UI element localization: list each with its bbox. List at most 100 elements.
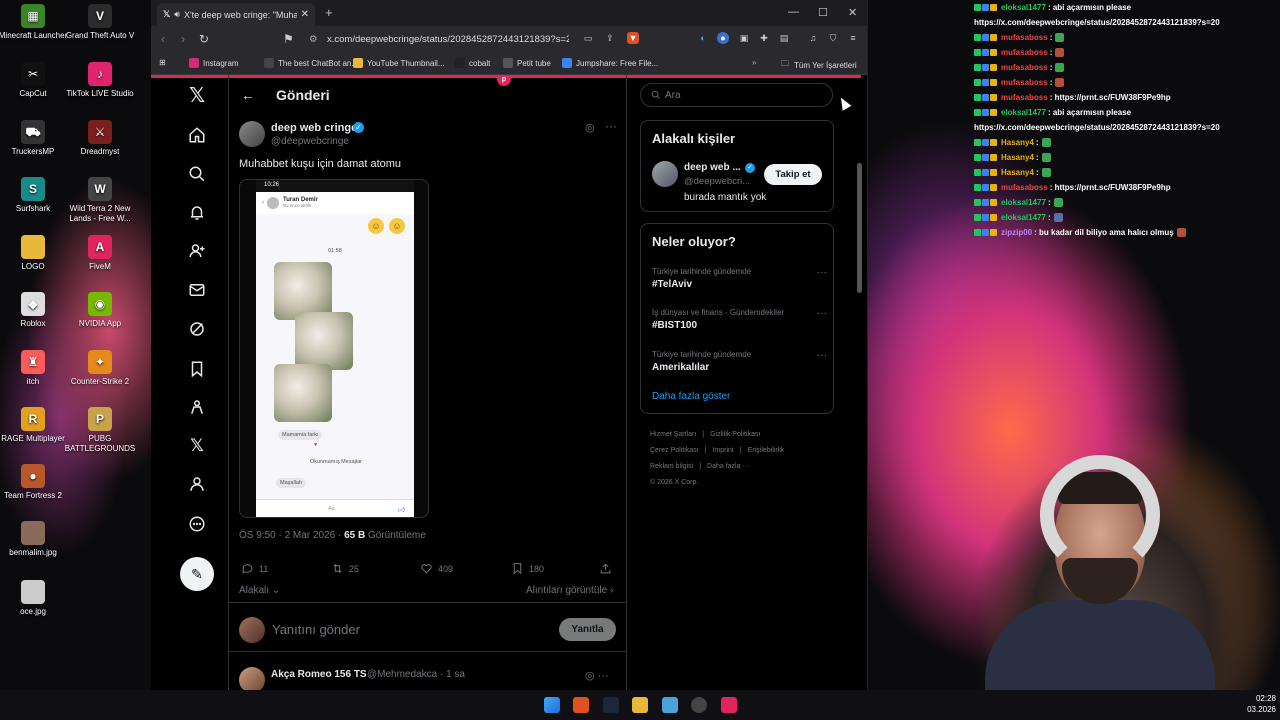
desktop-shortcut[interactable]: W Wild Terra 2 New Lands - Free W...	[63, 177, 137, 224]
compose-post-button[interactable]: ✎	[180, 557, 214, 591]
steam-icon[interactable]	[603, 697, 619, 713]
close-tab-icon[interactable]: ✕	[301, 9, 309, 20]
extensions-icon[interactable]: ✚	[758, 32, 770, 44]
author-avatar[interactable]	[239, 121, 265, 147]
desktop-shortcut[interactable]: ● Team Fortress 2	[0, 464, 70, 501]
home-icon[interactable]	[185, 123, 209, 147]
reply-author-handle[interactable]: @Mehmedakca · 1 sa	[367, 669, 465, 680]
suggested-user-name[interactable]: deep web ...	[684, 162, 741, 173]
windows-start-icon[interactable]	[544, 697, 560, 713]
jobs-person-icon[interactable]	[185, 395, 209, 419]
desktop-shortcut[interactable]: ▦ Minecraft Launcher	[0, 4, 70, 41]
trend-item[interactable]: Türkiye tarihinde gündemde Amerikalılar ··…	[652, 350, 827, 373]
x-home-logo-icon[interactable]: 𝕏	[185, 83, 209, 107]
reply-author-name[interactable]: Akça Romeo 156 TS	[271, 669, 367, 680]
author-handle[interactable]: @deepwebcringe	[271, 136, 349, 147]
system-clock[interactable]: 02:28 03.2026	[1240, 693, 1276, 715]
extension-blue-icon[interactable]: ●	[717, 32, 729, 44]
tweet-timestamp[interactable]: ÖS 9:50 · 2 Mar 2026 ·	[239, 530, 341, 541]
more-bookmarks-icon[interactable]: »	[752, 58, 756, 67]
bookmark-action[interactable]: 180	[511, 562, 544, 575]
sort-replies-dropdown[interactable]: Alakalı ⌄	[239, 585, 280, 596]
desktop-shortcut[interactable]: ⚔ Dreadmyst	[63, 120, 137, 157]
bookmark-page-icon[interactable]: ⚑	[283, 32, 294, 46]
desktop-shortcut[interactable]: benmalim.jpg	[0, 521, 70, 558]
desktop-shortcut[interactable]: ⛟ TruckersMP	[0, 120, 70, 157]
grok-icon[interactable]	[185, 317, 209, 341]
footer-link[interactable]: Çerez Politikası	[650, 447, 699, 454]
footer-link[interactable]: Imprint	[712, 447, 733, 454]
back-nav-icon[interactable]: ‹	[161, 32, 165, 46]
footer-link[interactable]: Reklam bilgisi	[650, 463, 693, 470]
share-action[interactable]	[599, 562, 617, 575]
suggested-user-handle[interactable]: @deepwebcri...	[684, 176, 750, 187]
desktop-shortcut[interactable]: R RAGE Multiplayer	[0, 407, 70, 444]
footer-link[interactable]: Hizmet Şartları	[650, 431, 696, 438]
apps-grid-icon[interactable]: ⊞	[159, 58, 166, 67]
like-action[interactable]: 409	[420, 562, 453, 575]
cast-icon[interactable]: ▭	[582, 32, 594, 44]
tweet-media-image[interactable]: 10:26 ‹ Turan Demir Bu önce aktifti ☺ ☺ …	[239, 179, 429, 518]
page-scrollbar[interactable]	[857, 163, 862, 293]
search-input[interactable]: Ara	[640, 83, 833, 107]
x-premium-icon[interactable]: 𝕏	[185, 434, 209, 458]
footer-link[interactable]: Daha fazla ···	[707, 463, 749, 470]
new-tab-icon[interactable]: +	[325, 5, 333, 20]
menu-icon[interactable]: ≡	[847, 32, 859, 44]
site-info-icon[interactable]: ⚙	[309, 34, 318, 45]
profile-icon[interactable]	[185, 472, 209, 496]
all-bookmarks-folder[interactable]: 🗀︎ Tüm Yer İşaretleri	[781, 58, 857, 72]
vpn-shield-icon[interactable]: ⛉	[827, 32, 839, 44]
bookmark-item[interactable]: YouTube Thumbnail...	[353, 58, 445, 68]
extension-audio-icon[interactable]: ◖	[696, 32, 708, 44]
desktop-shortcut[interactable]: LOGO	[0, 235, 70, 272]
brave-shield-icon[interactable]: ▼	[627, 32, 639, 44]
notifications-bell-icon[interactable]	[185, 201, 209, 225]
retweet-action[interactable]: 25	[331, 562, 359, 575]
more-horizontal-icon[interactable]: ···	[605, 119, 617, 133]
bookmarks-icon[interactable]	[185, 357, 209, 381]
trend-more-icon[interactable]: ···	[817, 267, 827, 278]
brave-browser-icon[interactable]	[573, 697, 589, 713]
share-icon[interactable]: ⇪	[604, 32, 616, 44]
desktop-shortcut[interactable]: oce.jpg	[0, 580, 70, 617]
reply-action[interactable]: 11	[241, 562, 268, 575]
show-more-link[interactable]: Daha fazla göster	[652, 391, 730, 402]
bookmark-item[interactable]: The best ChatBot an...	[264, 58, 358, 68]
desktop-shortcut[interactable]: P PUBG BATTLEGROUNDS	[63, 407, 137, 454]
browser-tab[interactable]: 𝕏 🔊︎ X'te deep web cringe: "Muha... ✕	[157, 3, 315, 26]
bookmark-item[interactable]: Jumpshare: Free File...	[562, 58, 658, 68]
minimize-icon[interactable]: —	[788, 6, 799, 18]
obs-icon[interactable]	[691, 697, 707, 713]
follow-button[interactable]: Takip et	[764, 164, 822, 185]
grok-explain-icon[interactable]: ◎	[585, 121, 595, 134]
bookmark-item[interactable]: cobalt	[455, 58, 490, 68]
desktop-shortcut[interactable]: ✦ Counter-Strike 2	[63, 350, 137, 387]
desktop-shortcut[interactable]: ◉ NVIDIA App	[63, 292, 137, 329]
extension-grid-icon[interactable]: ▣	[738, 32, 750, 44]
desktop-shortcut[interactable]: ✂ CapCut	[0, 62, 70, 99]
reload-icon[interactable]: ↻	[199, 32, 209, 46]
desktop-shortcut[interactable]: ♜ itch	[0, 350, 70, 387]
desktop-shortcut[interactable]: V Grand Theft Auto V	[63, 4, 137, 41]
forward-nav-icon[interactable]: ›	[181, 32, 185, 46]
more-options-circle-icon[interactable]	[185, 512, 209, 536]
trend-more-icon[interactable]: ···	[817, 350, 827, 361]
footer-link[interactable]: © 2026 X Corp.	[650, 479, 698, 486]
desktop-shortcut[interactable]: ◆ Roblox	[0, 292, 70, 329]
maximize-icon[interactable]: ☐	[818, 6, 828, 19]
media-icon[interactable]: ♫	[807, 32, 819, 44]
file-explorer-icon[interactable]	[632, 697, 648, 713]
trend-more-icon[interactable]: ···	[817, 308, 827, 319]
reply-more-icon[interactable]: ◎ ···	[585, 669, 609, 682]
author-name[interactable]: deep web cringe	[271, 122, 357, 134]
footer-link[interactable]: Erişilebilirlik	[748, 447, 785, 454]
reply-author-avatar[interactable]	[239, 667, 265, 690]
bookmark-item[interactable]: Petit tube	[503, 58, 551, 68]
explore-search-icon[interactable]	[185, 162, 209, 186]
back-arrow-icon[interactable]: ←	[241, 87, 255, 103]
follow-add-user-icon[interactable]	[185, 239, 209, 263]
reply-input[interactable]: Yanıtını gönder	[272, 622, 360, 637]
view-quotes-link[interactable]: Alıntıları görüntüle ›	[526, 585, 613, 596]
desktop-shortcut[interactable]: A FiveM	[63, 235, 137, 272]
